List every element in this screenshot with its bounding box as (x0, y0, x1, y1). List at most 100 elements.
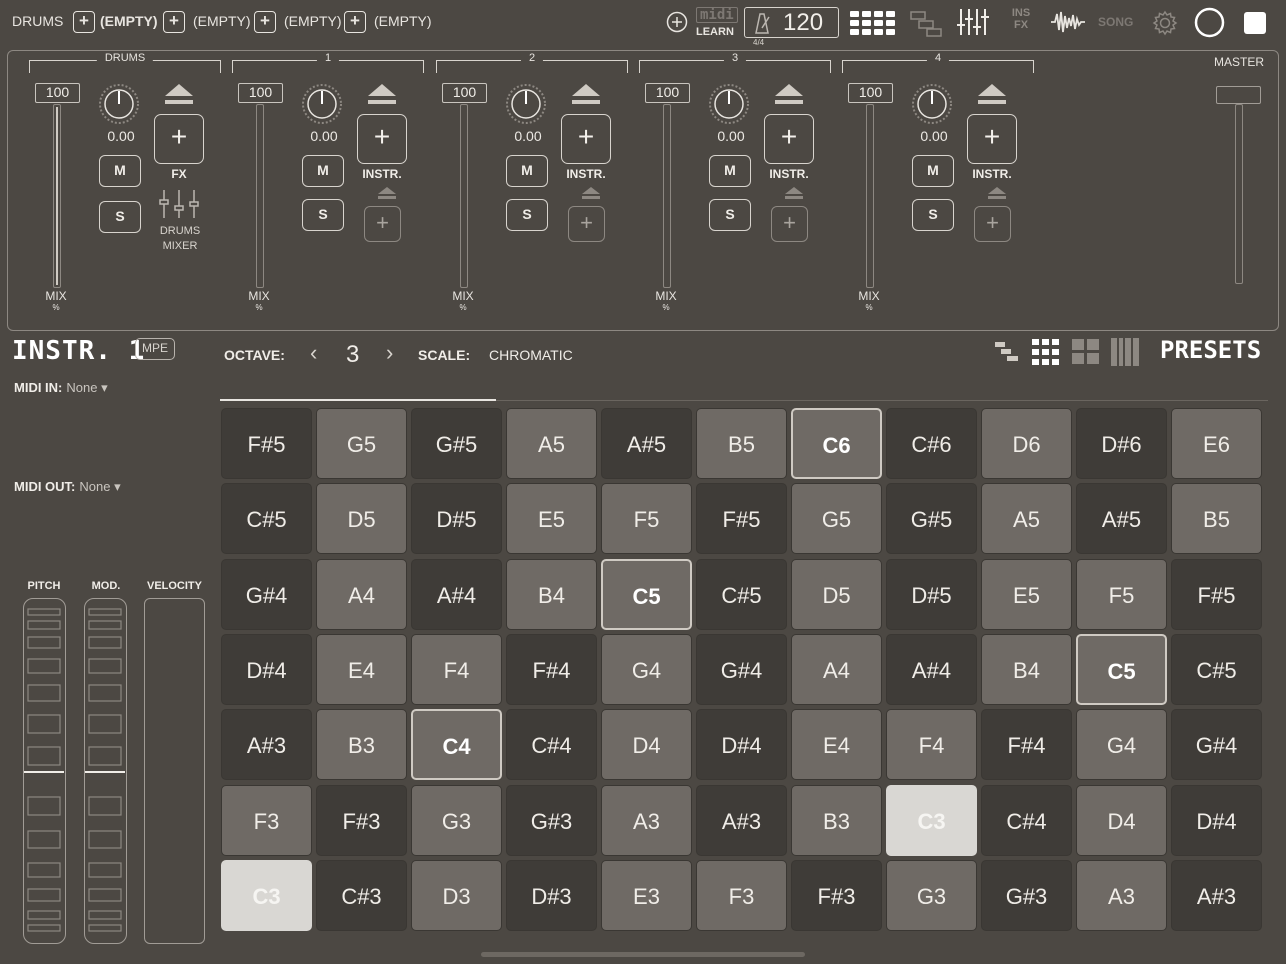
note-pad[interactable]: F4 (886, 709, 977, 780)
track-tab-4[interactable]: (EMPTY) (374, 13, 432, 29)
presets-button[interactable]: PRESETS (1160, 336, 1261, 364)
volume-fader[interactable] (256, 104, 264, 288)
note-pad[interactable]: F4 (411, 634, 502, 705)
midi-in[interactable]: MIDI IN: None ▾ (14, 380, 108, 396)
add-instrument-button[interactable]: + (764, 114, 814, 164)
mpe-toggle[interactable]: MPE (135, 338, 175, 360)
track-tab-1[interactable]: (EMPTY) (100, 13, 158, 29)
note-pad[interactable]: A5 (506, 408, 597, 479)
volume-value[interactable]: 100 (848, 83, 893, 103)
add-fx-slot-button[interactable]: + (568, 206, 605, 242)
track-tab-2[interactable]: (EMPTY) (193, 13, 251, 29)
octave-up-icon[interactable]: › (386, 340, 393, 366)
volume-value[interactable]: 100 (238, 83, 283, 103)
solo-button[interactable]: S (506, 199, 548, 231)
ins-fx-button[interactable]: INS FX (1009, 7, 1033, 31)
note-pad[interactable]: E5 (981, 559, 1072, 630)
note-pad[interactable]: G#3 (506, 785, 597, 856)
pan-knob[interactable] (501, 84, 551, 124)
note-pad[interactable]: F#4 (506, 634, 597, 705)
note-pad[interactable]: D#5 (411, 483, 502, 554)
octave-down-icon[interactable]: ‹ (310, 340, 317, 366)
add-instrument-button[interactable]: + (561, 114, 611, 164)
pitch-wheel[interactable] (23, 598, 66, 944)
note-pad[interactable]: B4 (506, 559, 597, 630)
eject-icon[interactable] (774, 83, 804, 105)
note-pad[interactable]: A#5 (1076, 483, 1167, 554)
note-pad[interactable]: G5 (791, 483, 882, 554)
note-pad[interactable]: E5 (506, 483, 597, 554)
add-fx-slot-button[interactable]: + (771, 206, 808, 242)
volume-value[interactable]: 100 (645, 83, 690, 103)
mute-button[interactable]: M (912, 155, 954, 187)
note-pad[interactable]: C6 (791, 408, 882, 479)
note-pad[interactable]: G#3 (981, 860, 1072, 931)
note-pad[interactable]: C#4 (506, 709, 597, 780)
song-button[interactable]: SONG (1098, 15, 1133, 29)
grid-view-icon[interactable] (1032, 339, 1059, 365)
scale-value[interactable]: CHROMATIC (489, 347, 573, 363)
note-pad[interactable]: C5 (601, 559, 692, 630)
piano-roll-icon[interactable] (910, 10, 942, 38)
note-pad[interactable]: E4 (316, 634, 407, 705)
piano-roll-view-icon[interactable] (995, 340, 1019, 362)
note-pad[interactable]: F5 (1076, 559, 1167, 630)
drums-mixer-icon[interactable] (157, 188, 201, 220)
note-pad[interactable]: A3 (1076, 860, 1167, 931)
note-pad[interactable]: F3 (221, 785, 312, 856)
note-pad[interactable]: D#5 (886, 559, 977, 630)
gear-icon[interactable] (1152, 10, 1178, 36)
add-instrument-button[interactable]: + (357, 114, 407, 164)
note-pad[interactable]: F#5 (696, 483, 787, 554)
eject-small-icon[interactable] (576, 186, 606, 200)
note-pad[interactable]: F#5 (1171, 559, 1262, 630)
note-pad[interactable]: D5 (316, 483, 407, 554)
note-pad[interactable]: A4 (316, 559, 407, 630)
pattern-grid-icon[interactable] (850, 11, 898, 35)
note-pad[interactable]: A#4 (886, 634, 977, 705)
waveform-icon[interactable] (1050, 9, 1086, 35)
stop-icon[interactable] (1244, 12, 1266, 34)
note-pad[interactable]: D5 (791, 559, 882, 630)
add-track-1-button[interactable]: + (73, 11, 95, 33)
note-pad[interactable]: A3 (601, 785, 692, 856)
note-pad[interactable]: D#6 (1076, 408, 1167, 479)
add-circle-icon[interactable] (666, 11, 688, 33)
note-pad[interactable]: C4 (411, 709, 502, 780)
note-pad[interactable]: A#3 (221, 709, 312, 780)
note-pad[interactable]: E4 (791, 709, 882, 780)
eject-icon[interactable] (977, 83, 1007, 105)
pan-knob[interactable] (94, 84, 144, 124)
note-pad[interactable]: D#3 (506, 860, 597, 931)
volume-value[interactable]: 100 (35, 83, 80, 103)
note-pad[interactable]: F5 (601, 483, 692, 554)
midi-in-select[interactable]: None ▾ (66, 380, 107, 395)
note-pad[interactable]: G#4 (221, 559, 312, 630)
volume-value[interactable]: 100 (442, 83, 487, 103)
add-track-4-button[interactable]: + (344, 11, 366, 33)
note-pad[interactable]: G4 (601, 634, 692, 705)
add-fx-slot-button[interactable]: + (974, 206, 1011, 242)
volume-fader[interactable] (53, 104, 61, 288)
note-pad[interactable]: F#5 (221, 408, 312, 479)
add-fx-button[interactable]: + (154, 114, 204, 164)
mixer-icon[interactable] (956, 7, 990, 37)
note-pad[interactable]: A5 (981, 483, 1072, 554)
note-pad[interactable]: B3 (791, 785, 882, 856)
note-pad[interactable]: C#5 (1171, 634, 1262, 705)
note-pad[interactable]: D4 (1076, 785, 1167, 856)
note-pad[interactable]: D6 (981, 408, 1072, 479)
instrument-title[interactable]: INSTR. 1 (12, 336, 145, 366)
track-tab-3[interactable]: (EMPTY) (284, 13, 342, 29)
volume-fader[interactable] (663, 104, 671, 288)
note-pad[interactable]: C#4 (981, 785, 1072, 856)
note-pad[interactable]: C3 (221, 860, 312, 931)
note-pad[interactable]: G#5 (886, 483, 977, 554)
add-fx-slot-button[interactable]: + (364, 206, 401, 242)
note-pad[interactable]: A#4 (411, 559, 502, 630)
note-pad[interactable]: D3 (411, 860, 502, 931)
pads-view-icon[interactable] (1072, 339, 1099, 365)
add-track-2-button[interactable]: + (163, 11, 185, 33)
midi-out[interactable]: MIDI OUT: None ▾ (14, 479, 121, 495)
note-pad[interactable]: B5 (1171, 483, 1262, 554)
